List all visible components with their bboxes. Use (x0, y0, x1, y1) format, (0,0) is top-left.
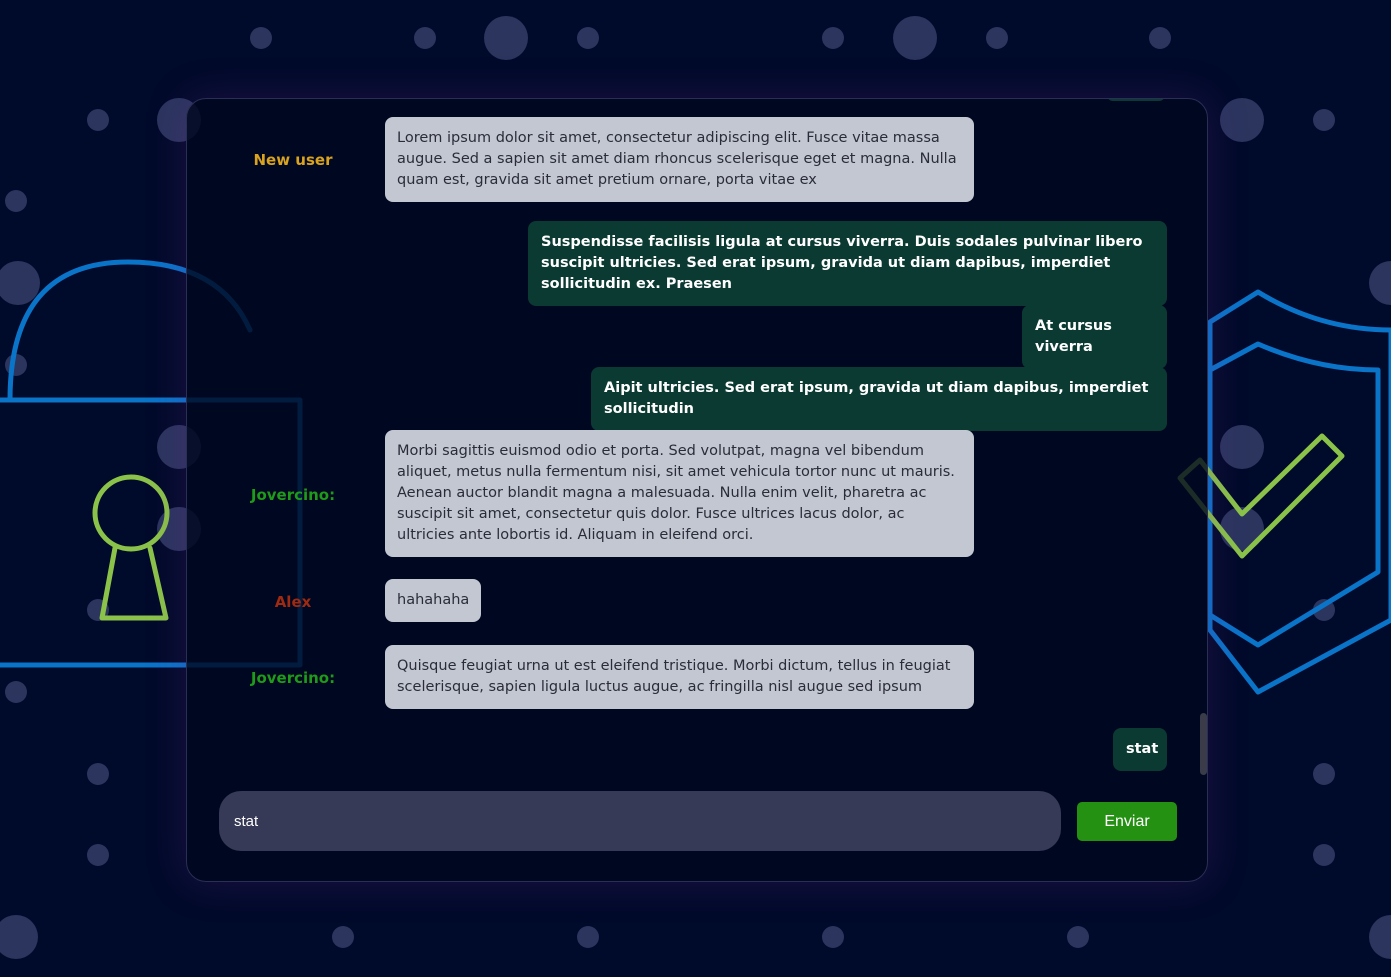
outgoing-message-bubble: At cursus viverra (1022, 305, 1167, 369)
incoming-message-bubble: hahahaha (385, 579, 482, 622)
outgoing-message-bubble: stat (1113, 728, 1167, 771)
shield-check-icon (1177, 289, 1391, 695)
send-button[interactable]: Enviar (1077, 802, 1177, 841)
message-sender: Jovercino: (250, 486, 336, 504)
previous-message-edge (1107, 99, 1165, 101)
message-sender: New user (253, 151, 333, 169)
chat-window: New user Lorem ipsum dolor sit amet, cons… (186, 98, 1208, 882)
outgoing-message-bubble: Aipit ultricies. Sed erat ipsum, gravida… (591, 367, 1167, 431)
message-input-value: stat (234, 812, 259, 830)
message-input[interactable]: stat (219, 791, 1061, 851)
scrollbar-thumb[interactable] (1200, 713, 1207, 775)
incoming-message-bubble: Lorem ipsum dolor sit amet, consectetur … (385, 117, 974, 202)
incoming-message-bubble: Quisque feugiat urna ut est eleifend tri… (385, 645, 974, 709)
message-sender: Jovercino: (250, 669, 336, 687)
outgoing-message-bubble: Suspendisse facilisis ligula at cursus v… (528, 221, 1167, 306)
message-list[interactable]: New user Lorem ipsum dolor sit amet, cons… (187, 99, 1207, 779)
incoming-message-bubble: Morbi sagittis euismod odio et porta. Se… (385, 430, 974, 557)
message-sender: Alex (274, 593, 312, 611)
